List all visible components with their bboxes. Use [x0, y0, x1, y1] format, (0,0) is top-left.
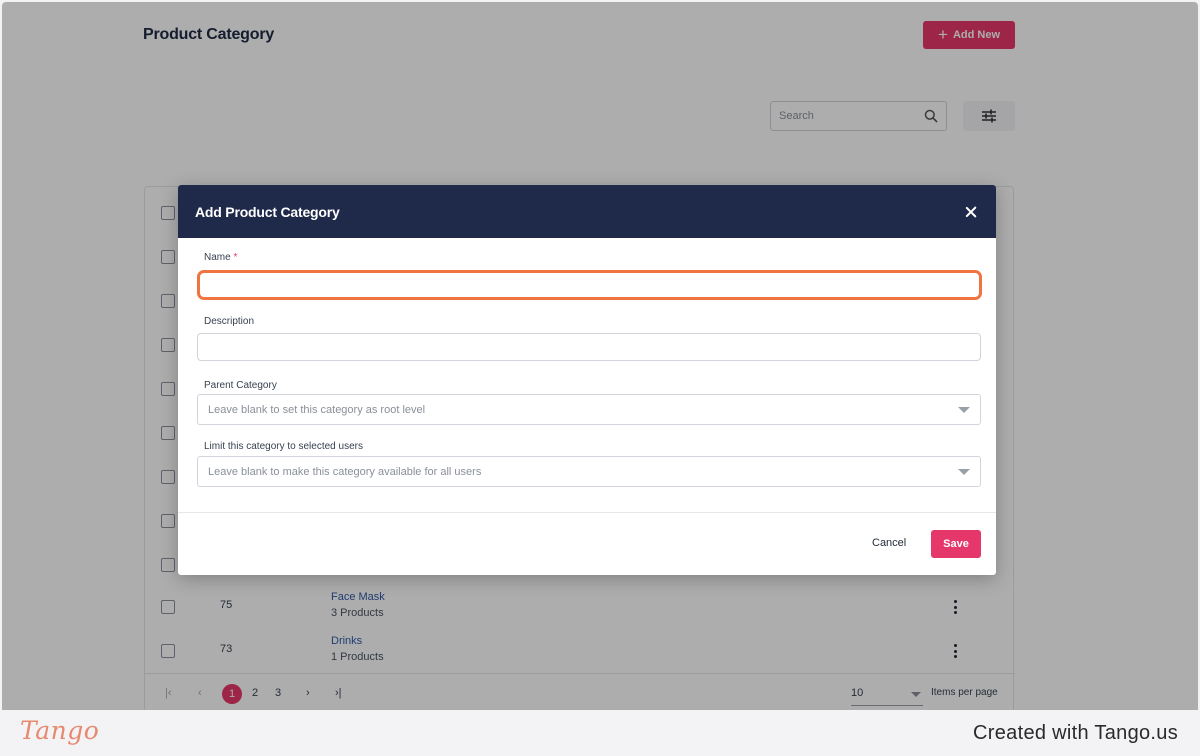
- chevron-down-icon: [958, 406, 970, 413]
- cancel-button[interactable]: Cancel: [872, 537, 906, 549]
- parent-category-select[interactable]: Leave blank to set this category as root…: [197, 394, 981, 425]
- tango-footer: Tango Created with Tango.us: [0, 710, 1200, 756]
- description-label: Description: [204, 316, 255, 327]
- required-mark: *: [233, 252, 238, 263]
- app-frame: Product Category + Add New Search 75 Fac…: [2, 2, 1198, 710]
- limit-users-label: Limit this category to selected users: [204, 441, 363, 452]
- description-field[interactable]: [197, 333, 981, 361]
- limit-users-placeholder: Leave blank to make this category availa…: [208, 465, 482, 478]
- close-icon[interactable]: [963, 204, 979, 220]
- modal-title: Add Product Category: [195, 203, 340, 220]
- modal-header: Add Product Category: [178, 185, 996, 238]
- parent-category-placeholder: Leave blank to set this category as root…: [208, 403, 426, 416]
- name-label: Name *: [204, 252, 238, 263]
- modal-divider: [178, 512, 996, 513]
- chevron-down-icon: [958, 468, 970, 475]
- parent-category-label: Parent Category: [204, 380, 277, 391]
- add-category-modal: Add Product Category Name * Description …: [178, 185, 996, 575]
- created-with-text: Created with Tango.us: [973, 722, 1178, 744]
- tango-logo: Tango: [20, 716, 100, 745]
- name-field[interactable]: [197, 270, 982, 300]
- save-button[interactable]: Save: [931, 530, 981, 558]
- limit-users-select[interactable]: Leave blank to make this category availa…: [197, 456, 981, 487]
